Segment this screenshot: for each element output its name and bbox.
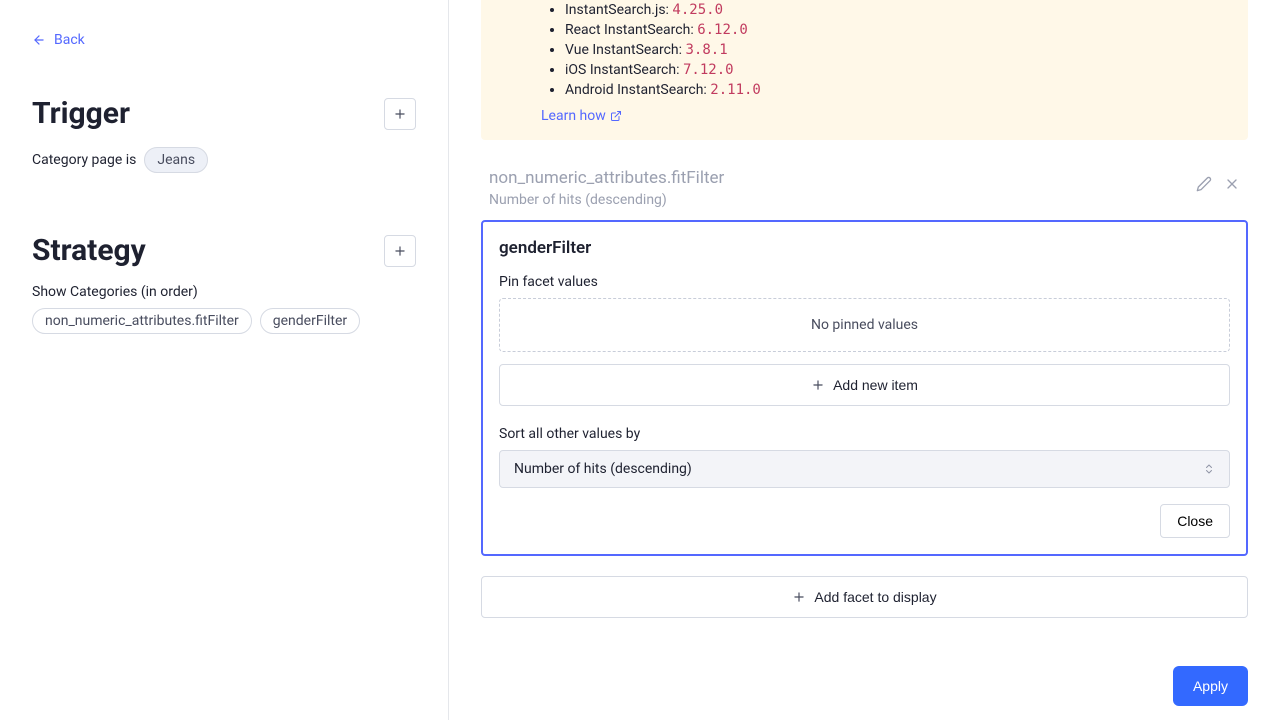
version-item: iOS InstantSearch: 7.12.0	[565, 60, 1228, 80]
version-item: Android InstantSearch: 2.11.0	[565, 80, 1228, 100]
external-icon	[610, 110, 622, 122]
add-item-button[interactable]: Add new item	[499, 364, 1230, 406]
warning-box: This setting is only natively compatible…	[481, 0, 1248, 140]
version-item: Vue InstantSearch: 3.8.1	[565, 40, 1228, 60]
trigger-prefix: Category page is	[32, 152, 136, 168]
trigger-title: Trigger	[32, 96, 130, 131]
plus-icon	[393, 244, 407, 258]
sort-label: Sort all other values by	[499, 426, 1230, 442]
facet-name: non_numeric_attributes.fitFilter	[489, 168, 724, 188]
detail-title: genderFilter	[499, 238, 1230, 258]
learn-how-link[interactable]: Learn how	[541, 108, 622, 124]
sort-select[interactable]: Number of hits (descending)	[499, 450, 1230, 488]
chevron-updown-icon	[1203, 462, 1215, 476]
facet-summary-row[interactable]: non_numeric_attributes.fitFilter Number …	[481, 156, 1248, 220]
close-button[interactable]: Close	[1160, 504, 1230, 538]
back-link[interactable]: Back	[32, 32, 85, 48]
edit-icon[interactable]	[1196, 176, 1212, 192]
pinned-values-empty: No pinned values	[499, 298, 1230, 352]
plus-icon	[811, 378, 825, 392]
back-label: Back	[54, 32, 85, 48]
close-icon[interactable]	[1224, 176, 1240, 192]
facet-detail-panel: genderFilter Pin facet values No pinned …	[481, 220, 1248, 556]
pin-label: Pin facet values	[499, 274, 1230, 290]
plus-icon	[792, 590, 806, 604]
add-trigger-button[interactable]	[384, 98, 416, 130]
facet-sort: Number of hits (descending)	[489, 192, 724, 208]
arrow-left-icon	[32, 33, 46, 47]
plus-icon	[393, 107, 407, 121]
strategy-pill[interactable]: non_numeric_attributes.fitFilter	[32, 308, 252, 334]
version-item: InstantSearch.js: 4.25.0	[565, 0, 1228, 20]
trigger-value-pill[interactable]: Jeans	[144, 147, 208, 173]
version-item: React InstantSearch: 6.12.0	[565, 20, 1228, 40]
add-facet-button[interactable]: Add facet to display	[481, 576, 1248, 618]
add-strategy-button[interactable]	[384, 235, 416, 267]
strategy-pill[interactable]: genderFilter	[260, 308, 360, 334]
apply-button[interactable]: Apply	[1173, 666, 1248, 706]
strategy-label: Show Categories (in order)	[32, 284, 416, 300]
strategy-title: Strategy	[32, 233, 146, 268]
